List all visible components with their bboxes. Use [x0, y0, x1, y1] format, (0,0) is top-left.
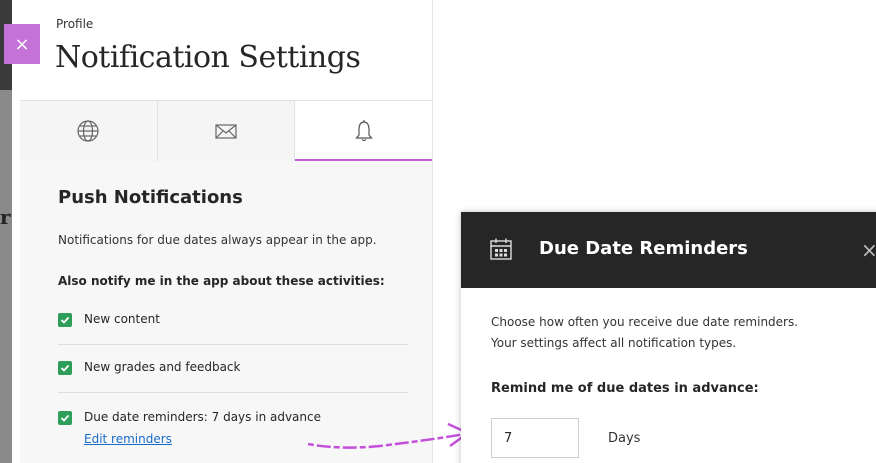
checkbox-label: New content [84, 312, 160, 326]
checkbox[interactable] [58, 313, 72, 327]
page-title: Notification Settings [55, 40, 361, 75]
due-date-reminders-dialog: Due Date Reminders × Choose how often yo… [461, 212, 876, 463]
also-notify-label: Also notify me in the app about these ac… [58, 274, 385, 288]
checkbox-new-grades[interactable]: New grades and feedback [58, 360, 408, 393]
checkbox-due-date-reminders[interactable]: Due date reminders: 7 days in advance [58, 410, 408, 430]
screen: r Profile Notification Settings Push Not… [0, 0, 876, 463]
background-page [0, 0, 12, 463]
days-unit-label: Days [608, 431, 641, 446]
calendar-icon [490, 238, 512, 260]
bell-icon [354, 120, 373, 142]
checkbox-label: Due date reminders: 7 days in advance [84, 410, 321, 424]
envelope-icon [215, 124, 237, 139]
globe-icon [77, 120, 99, 142]
notification-settings-panel: Profile Notification Settings Push Notif… [20, 0, 433, 463]
breadcrumb[interactable]: Profile [56, 17, 93, 31]
section-title: Push Notifications [58, 187, 243, 208]
close-icon: × [14, 33, 30, 55]
checkmark-icon [60, 364, 70, 372]
checkbox-label: New grades and feedback [84, 360, 241, 374]
dialog-header: Due Date Reminders × [461, 212, 876, 288]
remind-label: Remind me of due dates in advance: [491, 381, 759, 396]
tab-email[interactable] [156, 101, 295, 161]
checkmark-icon [60, 316, 70, 324]
checkbox[interactable] [58, 361, 72, 375]
panel-header: Profile Notification Settings [20, 0, 432, 100]
checkbox-new-content[interactable]: New content [58, 312, 408, 345]
tab-push[interactable] [294, 101, 432, 162]
notification-tabs [20, 100, 432, 162]
checkbox[interactable] [58, 411, 72, 425]
close-icon[interactable]: × [861, 238, 876, 262]
dialog-description: Choose how often you receive due date re… [491, 312, 798, 354]
checkmark-icon [60, 414, 70, 422]
background-page-text: r [0, 205, 11, 229]
dialog-title: Due Date Reminders [539, 238, 748, 259]
tab-globe[interactable] [20, 101, 157, 161]
days-in-advance-input[interactable] [491, 418, 579, 458]
info-text: Notifications for due dates always appea… [58, 233, 377, 247]
push-notifications-section: Push Notifications Notifications for due… [20, 161, 432, 463]
close-panel-button[interactable]: × [4, 24, 40, 64]
dialog-description-line: Your settings affect all notification ty… [491, 336, 737, 350]
dialog-description-line: Choose how often you receive due date re… [491, 315, 799, 329]
edit-reminders-link[interactable]: Edit reminders [84, 432, 172, 446]
